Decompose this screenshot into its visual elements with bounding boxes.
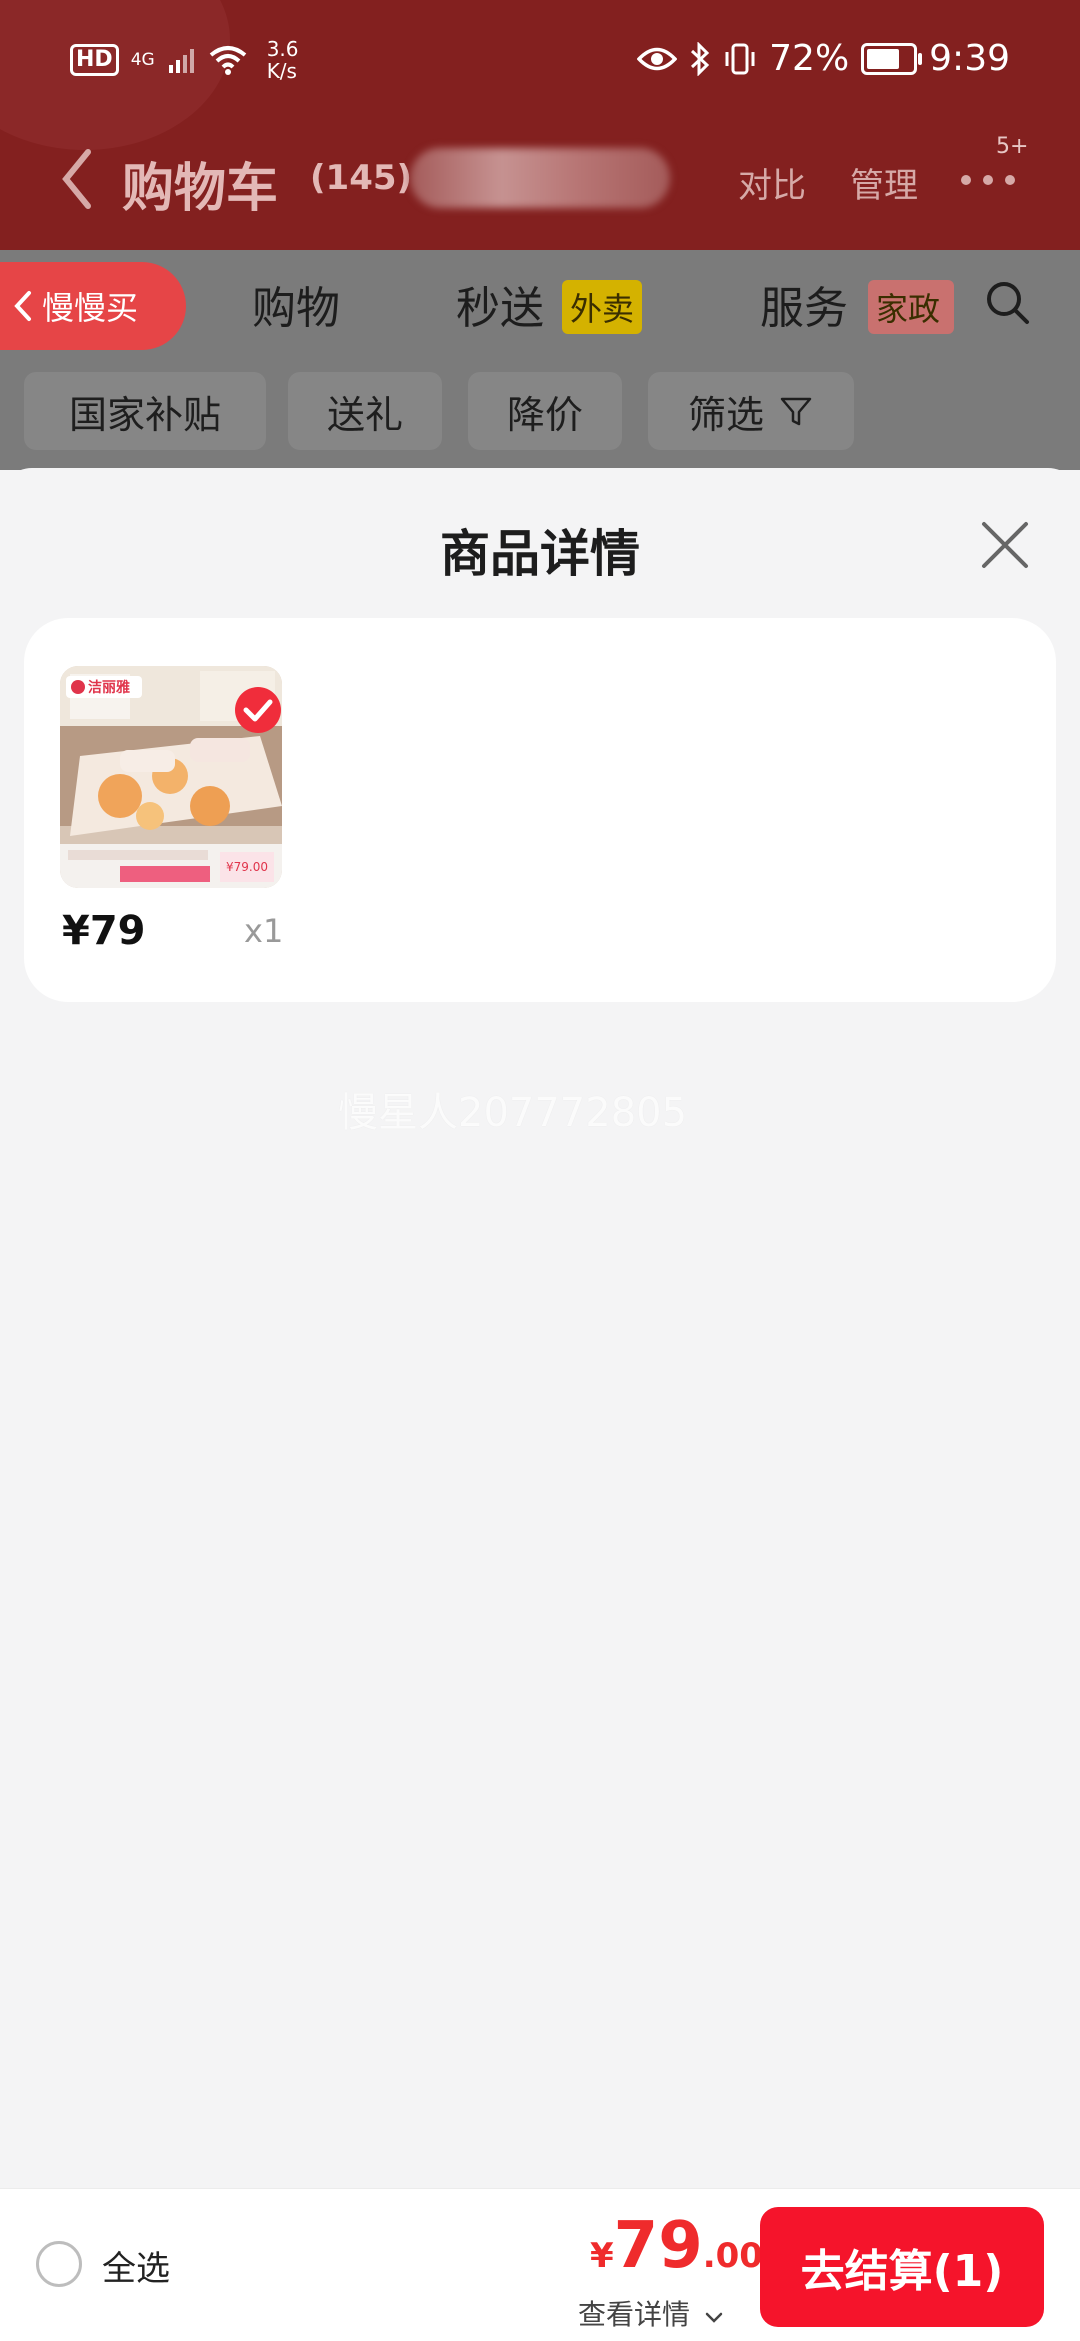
product-quantity: x1 [244,912,284,950]
chevron-left-icon [14,291,31,321]
more-badge: 5+ [996,134,1029,159]
wifi-icon [209,46,246,75]
tab-instant-delivery[interactable]: 秒送 [456,272,544,336]
page-title: 购物车 [122,159,279,219]
tab-services[interactable]: 服务 [760,272,848,336]
filter-national-subsidy[interactable]: 国家补贴 [24,372,266,450]
vibrate-icon [725,43,755,74]
checkout-bar: 全选 ¥79.00 查看详情 去结算(1) [0,2188,1080,2341]
total-integer: 79 [613,2209,703,2283]
more-icon[interactable] [958,168,1018,192]
product-price: ¥79 [62,908,146,954]
select-all-radio[interactable] [36,2241,82,2287]
filter-gift[interactable]: 送礼 [288,372,442,450]
search-icon[interactable] [983,278,1033,328]
filter-label: 降价 [506,392,583,437]
cart-count: (145) [310,158,413,198]
eye-icon [637,47,678,70]
tag-takeout: 外卖 [562,280,643,334]
filter-label: 国家补贴 [68,392,221,437]
checkout-button[interactable]: 去结算(1) [760,2207,1044,2327]
total-price: ¥79.00 [590,2209,763,2283]
thumbnail-price: ¥79.00 [226,860,268,874]
slow-buy-label: 慢慢买 [42,289,139,327]
battery-fill [867,48,899,69]
back-icon[interactable] [58,144,98,214]
close-icon[interactable] [980,520,1030,570]
hd-indicator: HD [70,44,119,76]
status-right: 72% 9:39 [637,38,1010,79]
blurred-search-area[interactable] [410,148,670,208]
speed-value: 3.6 [266,37,299,61]
status-left: HD 4G 3.6 K/s [70,38,299,82]
filter-label: 送礼 [326,392,403,437]
nav-bar: 购物车 (145) 对比 管理 5+ [0,130,1080,230]
select-all-label[interactable]: 全选 [102,2241,170,2290]
slow-buy-button[interactable]: 慢慢买 [0,262,186,350]
checkmark-icon[interactable] [234,686,282,734]
network-speed: 3.6 K/s [267,38,299,82]
product-card[interactable]: 洁丽雅 ¥79.00 ¥79 x1 [24,618,1056,1002]
speed-unit: K/s [266,59,297,83]
funnel-icon [780,397,812,426]
tag-housekeeping: 家政 [868,280,954,334]
view-detail-label: 查看详情 [578,2298,691,2331]
currency-symbol: ¥ [590,2236,614,2276]
watermark: 慢星人207772805 [338,1090,688,1136]
manage-button[interactable]: 管理 [850,158,918,207]
status-bar: HD 4G 3.6 K/s 72% 9:39 [0,0,1080,120]
view-detail-link[interactable]: 查看详情 [578,2293,723,2333]
sheet-title: 商品详情 [440,525,640,583]
battery-icon [861,42,923,75]
product-thumbnail[interactable]: 洁丽雅 ¥79.00 [60,666,282,888]
signal-icon [168,49,194,73]
network-type: 4G [130,50,155,70]
product-detail-sheet: 商品详情 洁丽雅 ¥79.00 ¥79 x1 慢星人207772805 [0,468,1080,2188]
compare-button[interactable]: 对比 [738,158,806,207]
thumbnail-brand: 洁丽雅 [88,680,130,696]
chevron-down-icon [705,2312,723,2323]
filter-price-drop[interactable]: 降价 [468,372,622,450]
total-decimal: .00 [702,2236,763,2276]
battery-percent: 72% [769,38,850,79]
filter-label: 筛选 [687,392,764,437]
filter-screen[interactable]: 筛选 [648,372,854,450]
header: HD 4G 3.6 K/s 72% 9:39 购物车 (145) 对比 管理 5… [0,0,1080,250]
bluetooth-icon [691,41,710,76]
checkout-label: 去结算(1) [800,2246,1004,2297]
tab-shopping[interactable]: 购物 [252,272,340,336]
clock: 9:39 [929,38,1010,79]
